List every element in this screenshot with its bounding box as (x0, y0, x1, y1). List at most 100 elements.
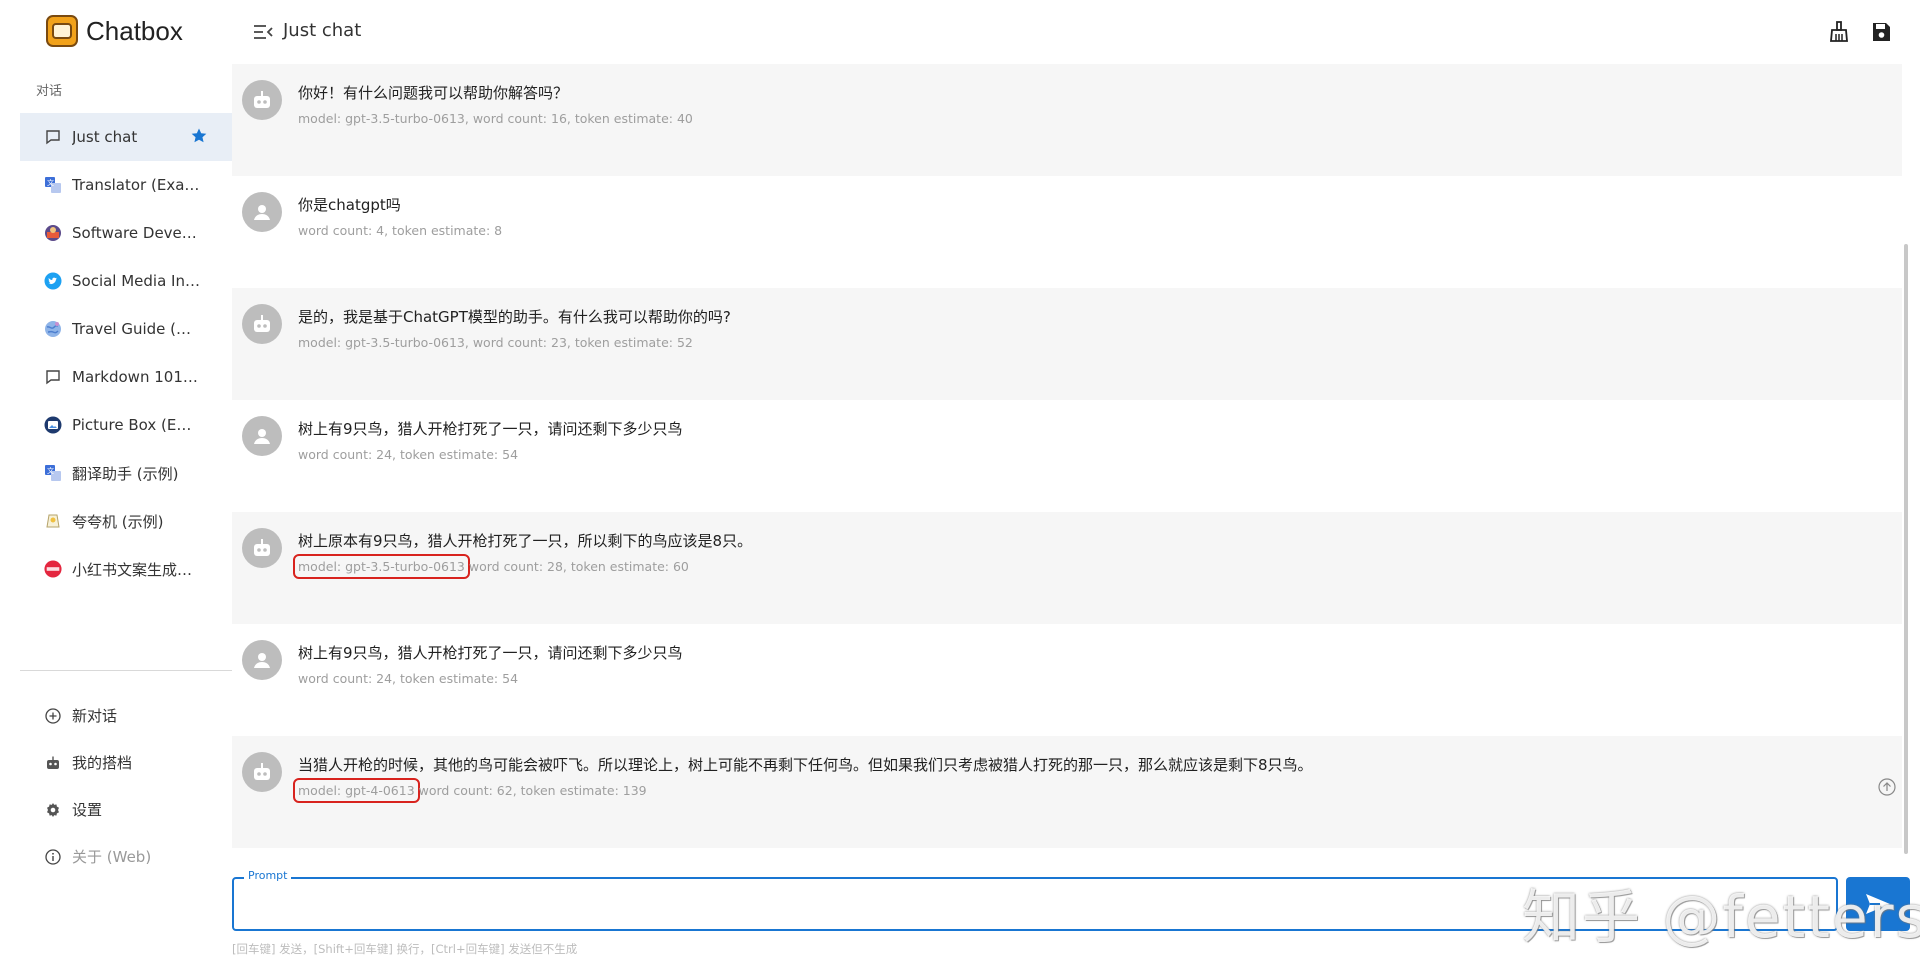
message-meta: model: gpt-3.5-turbo-0613 word count: 28… (298, 559, 689, 574)
robot-icon (44, 754, 62, 772)
sidebar-item-label: 小红书文案生成… (72, 559, 192, 580)
message-text: 你好！有什么问题我可以帮助你解答吗？ (298, 82, 568, 103)
message-meta: word count: 4, token estimate: 8 (298, 223, 502, 238)
meta-stats: word count: 4, token estimate: 8 (298, 223, 502, 238)
scrollbar[interactable] (1904, 244, 1908, 854)
sidebar-item-label: 翻译助手 (示例) (72, 463, 178, 484)
message-text: 当猎人开枪的时候，其他的鸟可能会被吓飞。所以理论上，树上可能不再剩下任何鸟。但如… (298, 754, 1313, 775)
bot-avatar-icon (242, 80, 282, 120)
svg-text:文: 文 (47, 178, 54, 187)
meta-stats: , word count: 23, token estimate: 52 (465, 335, 693, 350)
message-text: 你是chatgpt吗 (298, 194, 401, 215)
clean-broom-icon[interactable] (1827, 20, 1851, 44)
sidebar-item-translator-cn[interactable]: 文 翻译助手 (示例) (20, 449, 232, 497)
meta-stats: word count: 28, token estimate: 60 (465, 559, 689, 574)
translator-avatar-icon: 文 (44, 464, 62, 482)
meta-stats: word count: 24, token estimate: 54 (298, 671, 518, 686)
section-title: 对话 (36, 80, 62, 99)
message-user: 你是chatgpt吗 word count: 4, token estimate… (232, 176, 1902, 288)
sidebar-item-picture-box[interactable]: Picture Box (Ex… (20, 401, 232, 449)
sidebar-item-software-developer[interactable]: Software Develo… (20, 209, 232, 257)
menu-toggle-icon[interactable] (252, 22, 274, 42)
chat-bubble-icon (44, 368, 62, 386)
header: Just chat (232, 0, 1920, 64)
user-avatar-icon (242, 192, 282, 232)
menu-label: 关于 (Web) (72, 846, 151, 867)
sidebar-item-travel-guide[interactable]: Travel Guide (E… (20, 305, 232, 353)
globe-avatar-icon (44, 320, 62, 338)
user-avatar-icon (242, 416, 282, 456)
model-label: model: gpt-3.5-turbo-0613 (298, 111, 465, 126)
sidebar-divider (20, 670, 232, 671)
model-label: model: gpt-3.5-turbo-0613 (298, 335, 465, 350)
bot-avatar-icon (242, 304, 282, 344)
sidebar-item-praise-bot[interactable]: 夸夸机 (示例) (20, 497, 232, 545)
message-text: 树上有9只鸟，猎人开枪打死了一只，请问还剩下多少只鸟 (298, 642, 683, 663)
sidebar: Chatbox 对话 Just chat 文 Translator (Exa… … (0, 0, 232, 975)
menu-label: 新对话 (72, 705, 117, 726)
xiaohongshu-avatar-icon (44, 560, 62, 578)
sidebar-item-label: Just chat (72, 128, 137, 146)
meta-stats: word count: 62, token estimate: 139 (415, 783, 647, 798)
new-chat-button[interactable]: 新对话 (44, 692, 151, 739)
input-hint: [回车键] 发送，[Shift+回车键] 换行，[Ctrl+回车键] 发送但不生… (232, 941, 577, 957)
message-assistant: 你好！有什么问题我可以帮助你解答吗？ model: gpt-3.5-turbo-… (232, 64, 1902, 176)
message-meta: model: gpt-3.5-turbo-0613, word count: 2… (298, 335, 693, 350)
picture-avatar-icon (44, 416, 62, 434)
meta-stats: word count: 24, token estimate: 54 (298, 447, 518, 462)
model-label-highlighted: model: gpt-3.5-turbo-0613 (298, 559, 465, 574)
sidebar-item-translator[interactable]: 文 Translator (Exa… (20, 161, 232, 209)
message-user: 树上有9只鸟，猎人开枪打死了一只，请问还剩下多少只鸟 word count: 2… (232, 400, 1902, 512)
bot-avatar-icon (242, 528, 282, 568)
menu-label: 我的搭档 (72, 752, 132, 773)
about-button[interactable]: 关于 (Web) (44, 833, 151, 880)
conversation-list: Just chat 文 Translator (Exa… Software De… (20, 113, 232, 593)
meta-stats: , word count: 16, token estimate: 40 (465, 111, 693, 126)
model-label-highlighted: model: gpt-4-0613 (298, 783, 415, 798)
page-title: Just chat (283, 20, 361, 41)
message-assistant: 是的，我是基于ChatGPT模型的助手。有什么我可以帮助你的吗? model: … (232, 288, 1902, 400)
settings-button[interactable]: 设置 (44, 786, 151, 833)
message-text: 树上原本有9只鸟，猎人开枪打死了一只，所以剩下的鸟应该是8只。 (298, 530, 752, 551)
save-icon[interactable] (1869, 20, 1893, 44)
sidebar-item-xiaohongshu[interactable]: 小红书文案生成… (20, 545, 232, 593)
watermark: 知乎 @fetters (1522, 870, 1920, 954)
message-meta: model: gpt-4-0613 word count: 62, token … (298, 783, 647, 798)
sidebar-item-label: Travel Guide (E… (72, 320, 200, 338)
sidebar-item-label: Software Develo… (72, 224, 200, 242)
sidebar-item-social-media[interactable]: Social Media Inf… (20, 257, 232, 305)
message-text: 树上有9只鸟，猎人开枪打死了一只，请问还剩下多少只鸟 (298, 418, 683, 439)
my-copilots-button[interactable]: 我的搭档 (44, 739, 151, 786)
developer-avatar-icon (44, 224, 62, 242)
sidebar-item-label: Translator (Exa… (72, 176, 199, 194)
menu-label: 设置 (72, 799, 102, 820)
chat-bubble-icon (44, 128, 62, 146)
plus-circle-icon (44, 707, 62, 725)
gear-icon (44, 801, 62, 819)
praise-avatar-icon (44, 512, 62, 530)
sidebar-menu: 新对话 我的搭档 设置 关于 (Web) (44, 692, 151, 880)
message-assistant: 树上原本有9只鸟，猎人开枪打死了一只，所以剩下的鸟应该是8只。 model: g… (232, 512, 1902, 624)
chatbox-logo-icon (46, 15, 78, 47)
message-meta: word count: 24, token estimate: 54 (298, 447, 518, 462)
twitter-bird-icon (44, 272, 62, 290)
message-meta: word count: 24, token estimate: 54 (298, 671, 518, 686)
svg-text:文: 文 (47, 466, 54, 475)
sidebar-item-label: Social Media Inf… (72, 272, 200, 290)
prompt-label: Prompt (244, 869, 291, 882)
sidebar-item-label: Markdown 101 (… (72, 368, 200, 386)
sidebar-item-markdown[interactable]: Markdown 101 (… (20, 353, 232, 401)
user-avatar-icon (242, 640, 282, 680)
message-text: 是的，我是基于ChatGPT模型的助手。有什么我可以帮助你的吗? (298, 306, 731, 327)
bot-avatar-icon (242, 752, 282, 792)
scroll-to-top-icon[interactable] (1878, 778, 1896, 796)
translator-avatar-icon: 文 (44, 176, 62, 194)
info-icon (44, 848, 62, 866)
star-icon[interactable] (190, 127, 208, 145)
message-assistant: 当猎人开枪的时候，其他的鸟可能会被吓飞。所以理论上，树上可能不再剩下任何鸟。但如… (232, 736, 1902, 848)
message-user: 树上有9只鸟，猎人开枪打死了一只，请问还剩下多少只鸟 word count: 2… (232, 624, 1902, 736)
sidebar-item-just-chat[interactable]: Just chat (20, 113, 232, 161)
brand: Chatbox (46, 15, 183, 47)
app-name: Chatbox (86, 16, 183, 47)
message-meta: model: gpt-3.5-turbo-0613, word count: 1… (298, 111, 693, 126)
